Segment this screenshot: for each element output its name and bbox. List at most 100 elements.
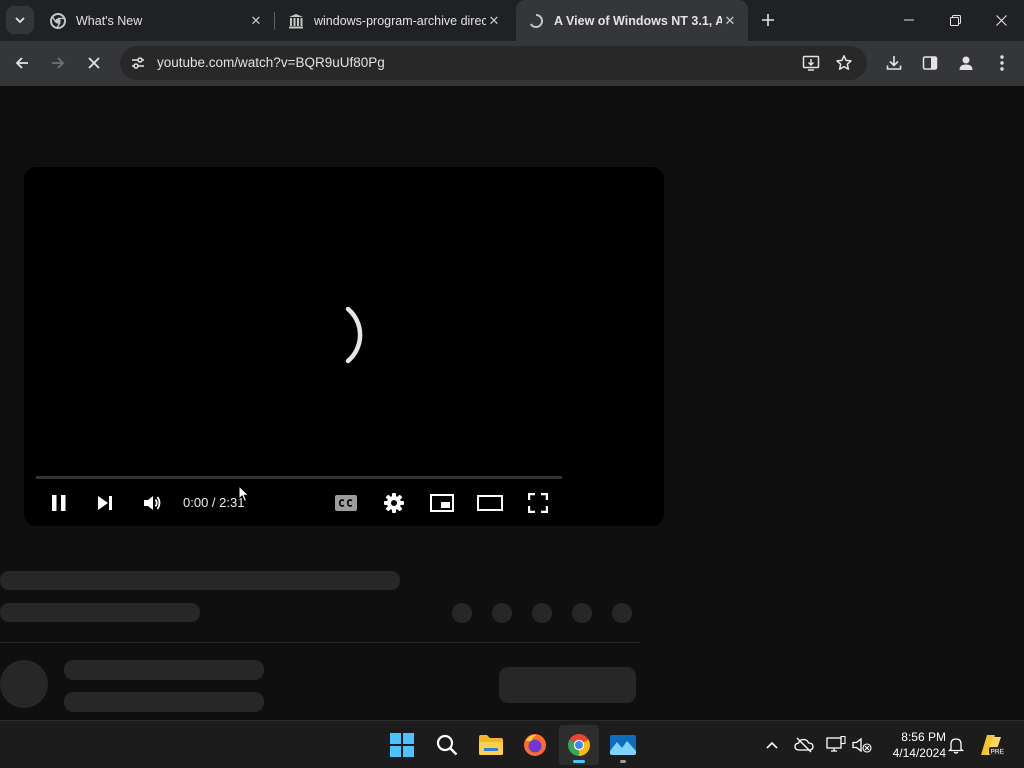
- time-display: 0:00 / 2:31: [183, 495, 245, 510]
- taskbar: 8:56 PM 4/14/2024 PRE: [0, 720, 1024, 768]
- tab-separator: [274, 12, 275, 30]
- fullscreen-button[interactable]: [520, 487, 556, 519]
- chrome-icon: [50, 12, 66, 29]
- file-explorer-icon: [479, 735, 503, 755]
- onedrive-button[interactable]: [792, 731, 816, 759]
- star-icon: [836, 55, 852, 70]
- tab-close-button[interactable]: ✕: [486, 13, 502, 29]
- archive-org-icon: [288, 13, 304, 29]
- tab-title: A View of Windows NT 3.1, April 1993: [554, 13, 722, 28]
- download-icon: [886, 56, 902, 70]
- tab-active-video[interactable]: A View of Windows NT 3.1, April 1993 ✕: [516, 0, 748, 41]
- avatar-icon: [959, 56, 973, 70]
- chevron-up-icon: [766, 741, 778, 749]
- captions-button[interactable]: [328, 487, 364, 519]
- copilot-icon: PRE: [981, 735, 1005, 756]
- chrome-icon: [568, 734, 590, 756]
- chevron-down-icon: [15, 17, 25, 24]
- volume-tray-button[interactable]: [850, 731, 874, 759]
- file-explorer-button[interactable]: [471, 725, 511, 765]
- close-window-button[interactable]: [978, 0, 1024, 40]
- firefox-button[interactable]: [515, 725, 555, 765]
- page-content: 0:00 / 2:31: [0, 86, 1024, 720]
- volume-button[interactable]: [134, 487, 170, 519]
- bell-icon: [948, 738, 964, 754]
- volume-muted-icon: [852, 737, 872, 753]
- divider: [0, 642, 640, 643]
- theater-mode-button[interactable]: [472, 487, 508, 519]
- url-text: youtube.com/watch?v=BQR9uUf80Pg: [157, 55, 385, 70]
- arrow-left-icon: [15, 57, 28, 69]
- search-icon: [436, 734, 458, 756]
- miniplayer-button[interactable]: [424, 487, 460, 519]
- cloud-offline-icon: [794, 737, 814, 753]
- menu-button[interactable]: [988, 49, 1016, 77]
- action-skeleton: [612, 603, 632, 623]
- show-hidden-icons-button[interactable]: [760, 731, 784, 759]
- pause-button[interactable]: [41, 487, 77, 519]
- meta-skeleton: [0, 603, 200, 622]
- downloads-button[interactable]: [880, 49, 908, 77]
- address-bar[interactable]: youtube.com/watch?v=BQR9uUf80Pg: [120, 46, 867, 80]
- stop-loading-button[interactable]: [80, 49, 108, 77]
- mouse-cursor-icon: [238, 485, 250, 503]
- settings-button[interactable]: [376, 487, 412, 519]
- next-button[interactable]: [87, 487, 123, 519]
- tab-title: windows-program-archive directory listin…: [314, 13, 486, 28]
- back-button[interactable]: [8, 49, 36, 77]
- taskbar-clock[interactable]: 8:56 PM 4/14/2024: [880, 729, 946, 761]
- miniplayer-icon: [430, 494, 454, 512]
- action-skeleton: [452, 603, 472, 623]
- network-icon: [826, 736, 846, 752]
- chrome-taskbar-button[interactable]: [559, 725, 599, 765]
- close-icon: [995, 14, 1007, 26]
- more-vertical-icon: [1000, 55, 1004, 71]
- start-button[interactable]: [382, 725, 422, 765]
- subscribe-skeleton: [499, 667, 636, 703]
- side-panel-icon: [922, 56, 938, 70]
- notifications-button[interactable]: [944, 731, 968, 759]
- windows-start-icon: [390, 733, 414, 757]
- browser-toolbar: youtube.com/watch?v=BQR9uUf80Pg: [0, 41, 1024, 86]
- clock-date: 4/14/2024: [892, 746, 946, 760]
- tab-search-button[interactable]: [6, 6, 34, 34]
- new-tab-button[interactable]: [756, 8, 780, 32]
- tab-strip: What's New ✕ windows-program-archive dir…: [0, 0, 1024, 41]
- firefox-icon: [524, 734, 546, 756]
- fullscreen-icon: [528, 493, 548, 513]
- plus-icon: [762, 14, 774, 26]
- video-player[interactable]: 0:00 / 2:31: [24, 167, 664, 526]
- restore-button[interactable]: [932, 0, 978, 40]
- forward-button[interactable]: [44, 49, 72, 77]
- arrow-right-icon: [52, 57, 65, 69]
- loading-icon: [528, 13, 544, 29]
- search-button[interactable]: [427, 725, 467, 765]
- loading-spinner-icon: [345, 307, 363, 364]
- tab-close-button[interactable]: ✕: [722, 13, 738, 29]
- channel-name-skeleton: [64, 660, 264, 680]
- photos-button[interactable]: [603, 725, 643, 765]
- tab-title: What's New: [76, 13, 143, 28]
- tab-whats-new[interactable]: What's New ✕: [38, 0, 274, 41]
- restore-icon: [949, 14, 961, 26]
- progress-bar[interactable]: [36, 476, 562, 479]
- pause-icon: [52, 495, 66, 511]
- copilot-button[interactable]: PRE: [978, 731, 1006, 759]
- captions-icon: [335, 495, 357, 511]
- site-info-button[interactable]: [128, 53, 148, 73]
- network-button[interactable]: [824, 731, 848, 759]
- profile-button[interactable]: [952, 49, 980, 77]
- tab-windows-program-archive[interactable]: windows-program-archive directory listin…: [276, 0, 512, 41]
- tune-icon: [132, 57, 144, 69]
- settings-icon: [384, 493, 404, 513]
- minimize-icon: [904, 19, 914, 21]
- channel-meta-skeleton: [64, 692, 264, 712]
- action-skeleton: [572, 603, 592, 623]
- bookmark-button[interactable]: [833, 52, 855, 74]
- minimize-button[interactable]: [886, 0, 932, 40]
- tab-close-button[interactable]: ✕: [248, 13, 264, 29]
- running-indicator: [620, 760, 626, 763]
- side-panel-button[interactable]: [916, 49, 944, 77]
- install-app-button[interactable]: [800, 52, 822, 74]
- action-skeleton: [492, 603, 512, 623]
